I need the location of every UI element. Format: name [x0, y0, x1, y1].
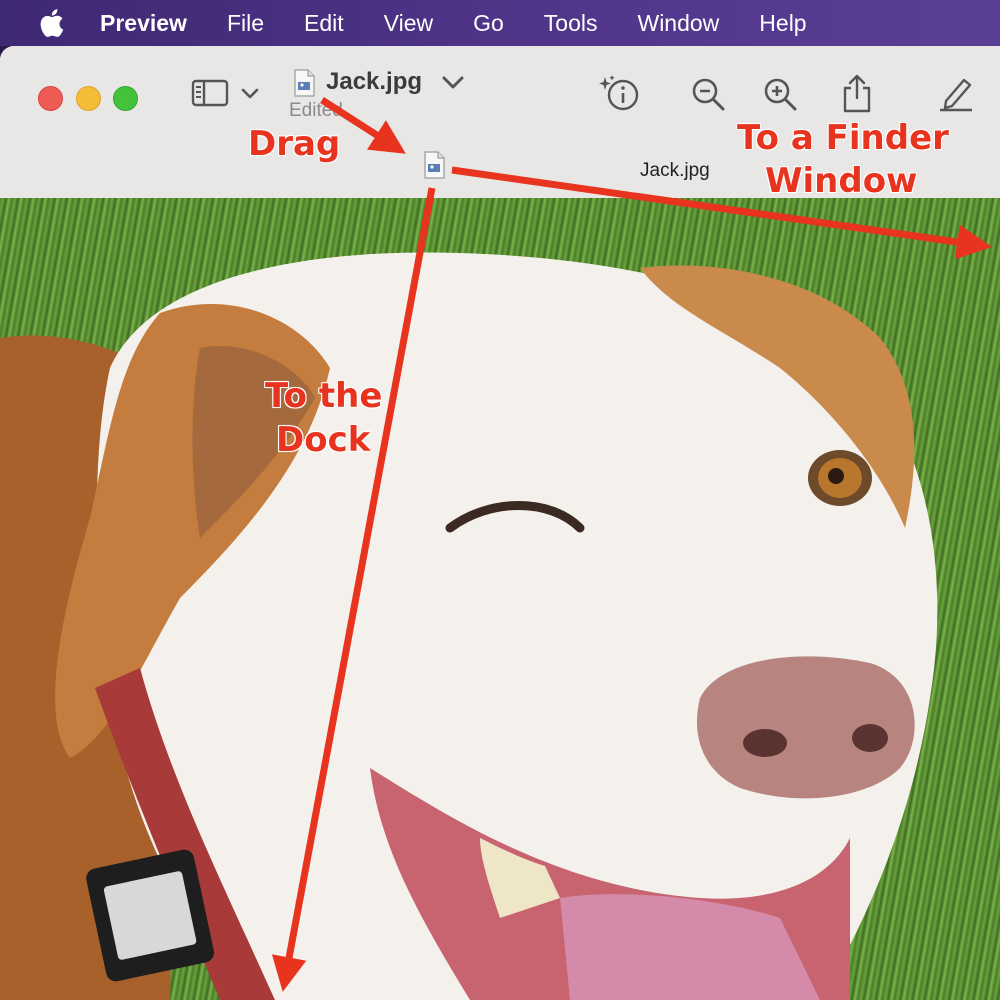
zoom-out-icon[interactable]: [690, 76, 726, 112]
to-dock-label-line2: Dock: [276, 420, 371, 460]
menu-app-preview[interactable]: Preview: [100, 10, 187, 37]
zoom-in-icon[interactable]: [762, 76, 798, 112]
info-icon[interactable]: [598, 74, 642, 114]
share-icon[interactable]: [840, 72, 874, 114]
menu-file[interactable]: File: [227, 10, 264, 37]
menu-go[interactable]: Go: [473, 10, 504, 37]
apple-menu-icon[interactable]: [38, 8, 64, 38]
menu-window[interactable]: Window: [637, 10, 719, 37]
menu-edit[interactable]: Edit: [304, 10, 344, 37]
minimize-window-button[interactable]: [76, 86, 101, 111]
title-chevron-down-icon[interactable]: [440, 74, 466, 92]
dog-photo: [0, 198, 1000, 1000]
to-dock-label-line1: To the: [265, 376, 383, 416]
dog-illustration: [0, 252, 938, 1000]
chevron-down-icon[interactable]: [240, 86, 260, 102]
menu-tools[interactable]: Tools: [544, 10, 598, 37]
drag-label: Drag: [248, 124, 341, 164]
to-finder-label-line1: To a Finder: [737, 118, 949, 158]
menu-bar: Preview File Edit View Go Tools Window H…: [0, 0, 1000, 46]
dragged-file-icon[interactable]: [422, 150, 446, 180]
close-window-button[interactable]: [38, 86, 63, 111]
sidebar-icon[interactable]: [190, 78, 230, 108]
zoom-window-button[interactable]: [113, 86, 138, 111]
drag-proxy-title: Jack.jpg: [640, 160, 710, 181]
to-finder-label-line2: Window: [765, 161, 918, 201]
markup-pen-icon[interactable]: [936, 74, 976, 112]
document-title[interactable]: Jack.jpg: [326, 68, 422, 96]
document-status: Edited: [289, 100, 343, 121]
menu-view[interactable]: View: [384, 10, 433, 37]
document-proxy-icon[interactable]: [292, 68, 316, 98]
menu-help[interactable]: Help: [759, 10, 806, 37]
